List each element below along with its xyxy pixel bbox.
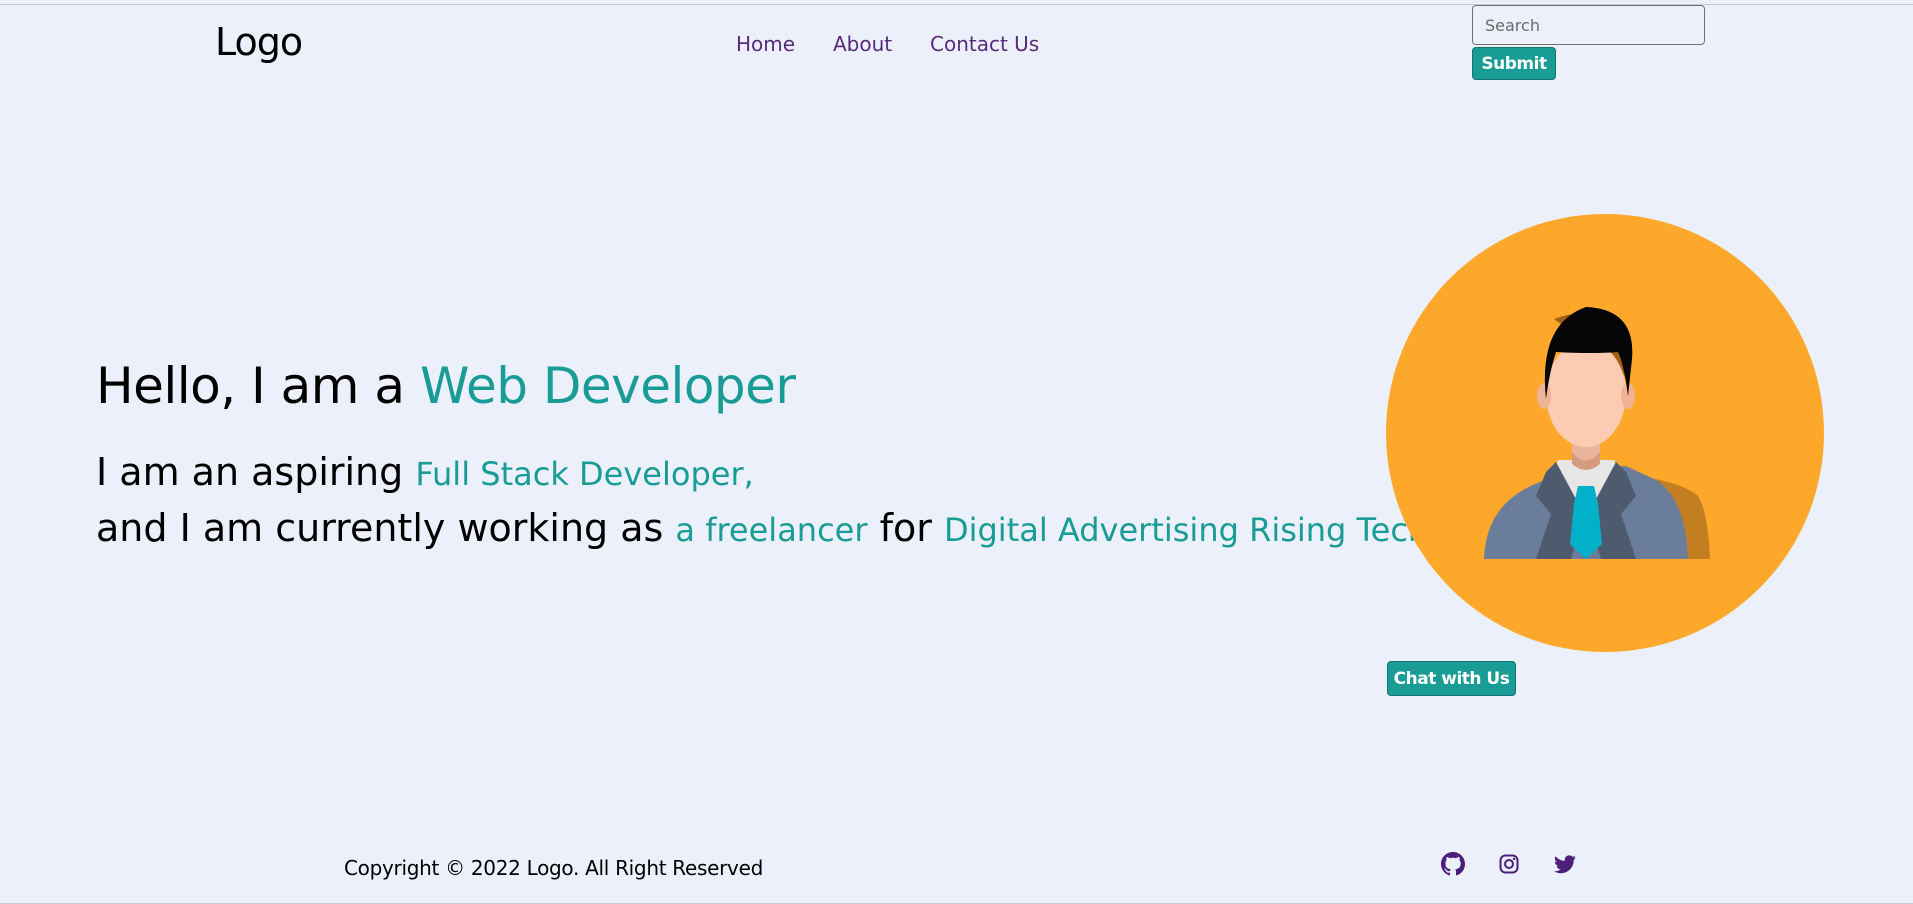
twitter-icon[interactable]	[1553, 852, 1577, 876]
line2-mid: for	[867, 506, 944, 550]
nav-contact-link[interactable]: Contact Us	[930, 32, 1039, 56]
nav-about-link[interactable]: About	[833, 32, 892, 56]
avatar-illustration	[1386, 214, 1824, 652]
nav-home-link[interactable]: Home	[736, 32, 795, 56]
github-icon[interactable]	[1441, 852, 1465, 876]
hero-title: Hello, I am a Web Developer	[96, 357, 796, 415]
hero-title-prefix: Hello, I am a	[96, 357, 420, 415]
line2-accent-company: Digital Advertising Rising Tech	[943, 511, 1429, 549]
footer-copyright: Copyright © 2022 Logo. All Right Reserve…	[344, 856, 763, 880]
line2-accent-freelancer: a freelancer	[675, 511, 868, 549]
line1-accent: Full Stack Developer,	[415, 455, 754, 493]
hero-line-1: I am an aspiring Full Stack Developer,	[96, 450, 754, 494]
hero-line-2: and I am currently working as a freelanc…	[96, 506, 1428, 550]
instagram-icon[interactable]	[1497, 852, 1521, 876]
submit-button[interactable]: Submit	[1472, 47, 1556, 80]
chat-with-us-button[interactable]: Chat with Us	[1387, 661, 1516, 696]
search-input[interactable]	[1472, 5, 1705, 45]
hero-title-accent: Web Developer	[419, 357, 796, 415]
line1-prefix: I am an aspiring	[96, 450, 416, 494]
line2-prefix: and I am currently working as	[96, 506, 676, 550]
